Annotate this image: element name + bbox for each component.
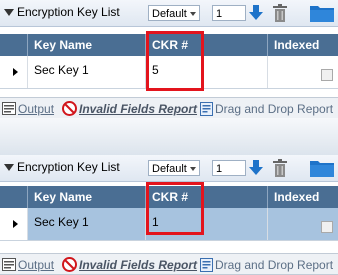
bottom-tab-bar-1: Output Invalid Fields Report Drag and Dr… [0, 97, 338, 119]
ckr-cell[interactable]: 1 [146, 208, 268, 240]
report-icon [200, 101, 213, 116]
folder-icon[interactable] [309, 158, 335, 178]
column-header-key-name[interactable]: Key Name [28, 186, 146, 208]
table-row[interactable]: Sec Key 1 5 [0, 56, 338, 89]
column-header-ckr[interactable]: CKR # [146, 186, 268, 208]
column-header-key-name[interactable]: Key Name [28, 34, 146, 56]
key-name-cell[interactable]: Sec Key 1 [28, 56, 146, 88]
output-icon [2, 102, 16, 116]
column-header-ckr[interactable]: CKR # [146, 34, 268, 56]
separator-band [0, 118, 338, 156]
tab-output-label: Output [18, 257, 55, 272]
tab-output[interactable]: Output [2, 256, 54, 272]
report-icon [200, 257, 213, 272]
page-number-input[interactable]: 1 [212, 160, 246, 176]
tab-output-label: Output [18, 101, 55, 116]
panel-title: Encryption Key List [17, 5, 120, 19]
trash-icon[interactable] [272, 159, 288, 177]
ckr-cell[interactable]: 5 [146, 56, 268, 88]
tab-invalid-fields-label: Invalid Fields Report [79, 257, 198, 272]
row-indicator [0, 208, 28, 240]
collapse-triangle-icon[interactable] [4, 9, 14, 16]
indexed-checkbox[interactable] [321, 221, 333, 233]
row-indicator-header [0, 34, 28, 56]
table-header: Key Name CKR # Indexed [0, 186, 338, 208]
no-entry-icon [62, 101, 77, 117]
tab-invalid-fields-report[interactable]: Invalid Fields Report [62, 256, 198, 273]
filter-dropdown-value: Default [152, 8, 187, 20]
tab-output[interactable]: Output [2, 100, 54, 116]
row-indicator [0, 56, 28, 88]
filter-dropdown[interactable]: Default [148, 160, 200, 176]
key-name-cell[interactable]: Sec Key 1 [28, 208, 146, 240]
output-icon [2, 258, 16, 272]
tab-drag-drop-label: Drag and Drop Report [215, 257, 334, 272]
collapse-triangle-icon[interactable] [4, 164, 14, 171]
download-arrow-icon[interactable] [249, 5, 263, 21]
download-arrow-icon[interactable] [249, 160, 263, 176]
row-indicator-header [0, 186, 28, 208]
panel-toolbar: Encryption Key List Default 1 [0, 155, 338, 182]
chevron-down-icon [190, 12, 196, 16]
tab-drag-drop-report[interactable]: Drag and Drop Report [200, 256, 333, 272]
no-entry-icon [62, 257, 77, 273]
table-header: Key Name CKR # Indexed [0, 34, 338, 56]
column-header-indexed[interactable]: Indexed [268, 34, 338, 56]
row-pointer-icon [13, 68, 18, 76]
tab-drag-drop-report[interactable]: Drag and Drop Report [200, 100, 333, 116]
encryption-key-panel-1: Encryption Key List Default 1 Key Name C… [0, 0, 338, 98]
filter-dropdown-value: Default [152, 163, 187, 175]
column-header-indexed[interactable]: Indexed [268, 186, 338, 208]
panel-title: Encryption Key List [17, 160, 120, 174]
tab-drag-drop-label: Drag and Drop Report [215, 101, 334, 116]
filter-dropdown[interactable]: Default [148, 5, 200, 21]
table-row[interactable]: Sec Key 1 1 [0, 208, 338, 241]
encryption-key-panel-2: Encryption Key List Default 1 Key Name C… [0, 155, 338, 252]
chevron-down-icon [190, 167, 196, 171]
trash-icon[interactable] [272, 4, 288, 22]
tab-invalid-fields-label: Invalid Fields Report [79, 101, 198, 116]
page-number-input[interactable]: 1 [212, 5, 246, 21]
folder-icon[interactable] [309, 3, 335, 23]
panel-toolbar: Encryption Key List Default 1 [0, 0, 338, 27]
row-pointer-icon [13, 220, 18, 228]
bottom-tab-bar-2: Output Invalid Fields Report Drag and Dr… [0, 253, 338, 275]
indexed-checkbox[interactable] [321, 69, 333, 81]
tab-invalid-fields-report[interactable]: Invalid Fields Report [62, 100, 198, 117]
